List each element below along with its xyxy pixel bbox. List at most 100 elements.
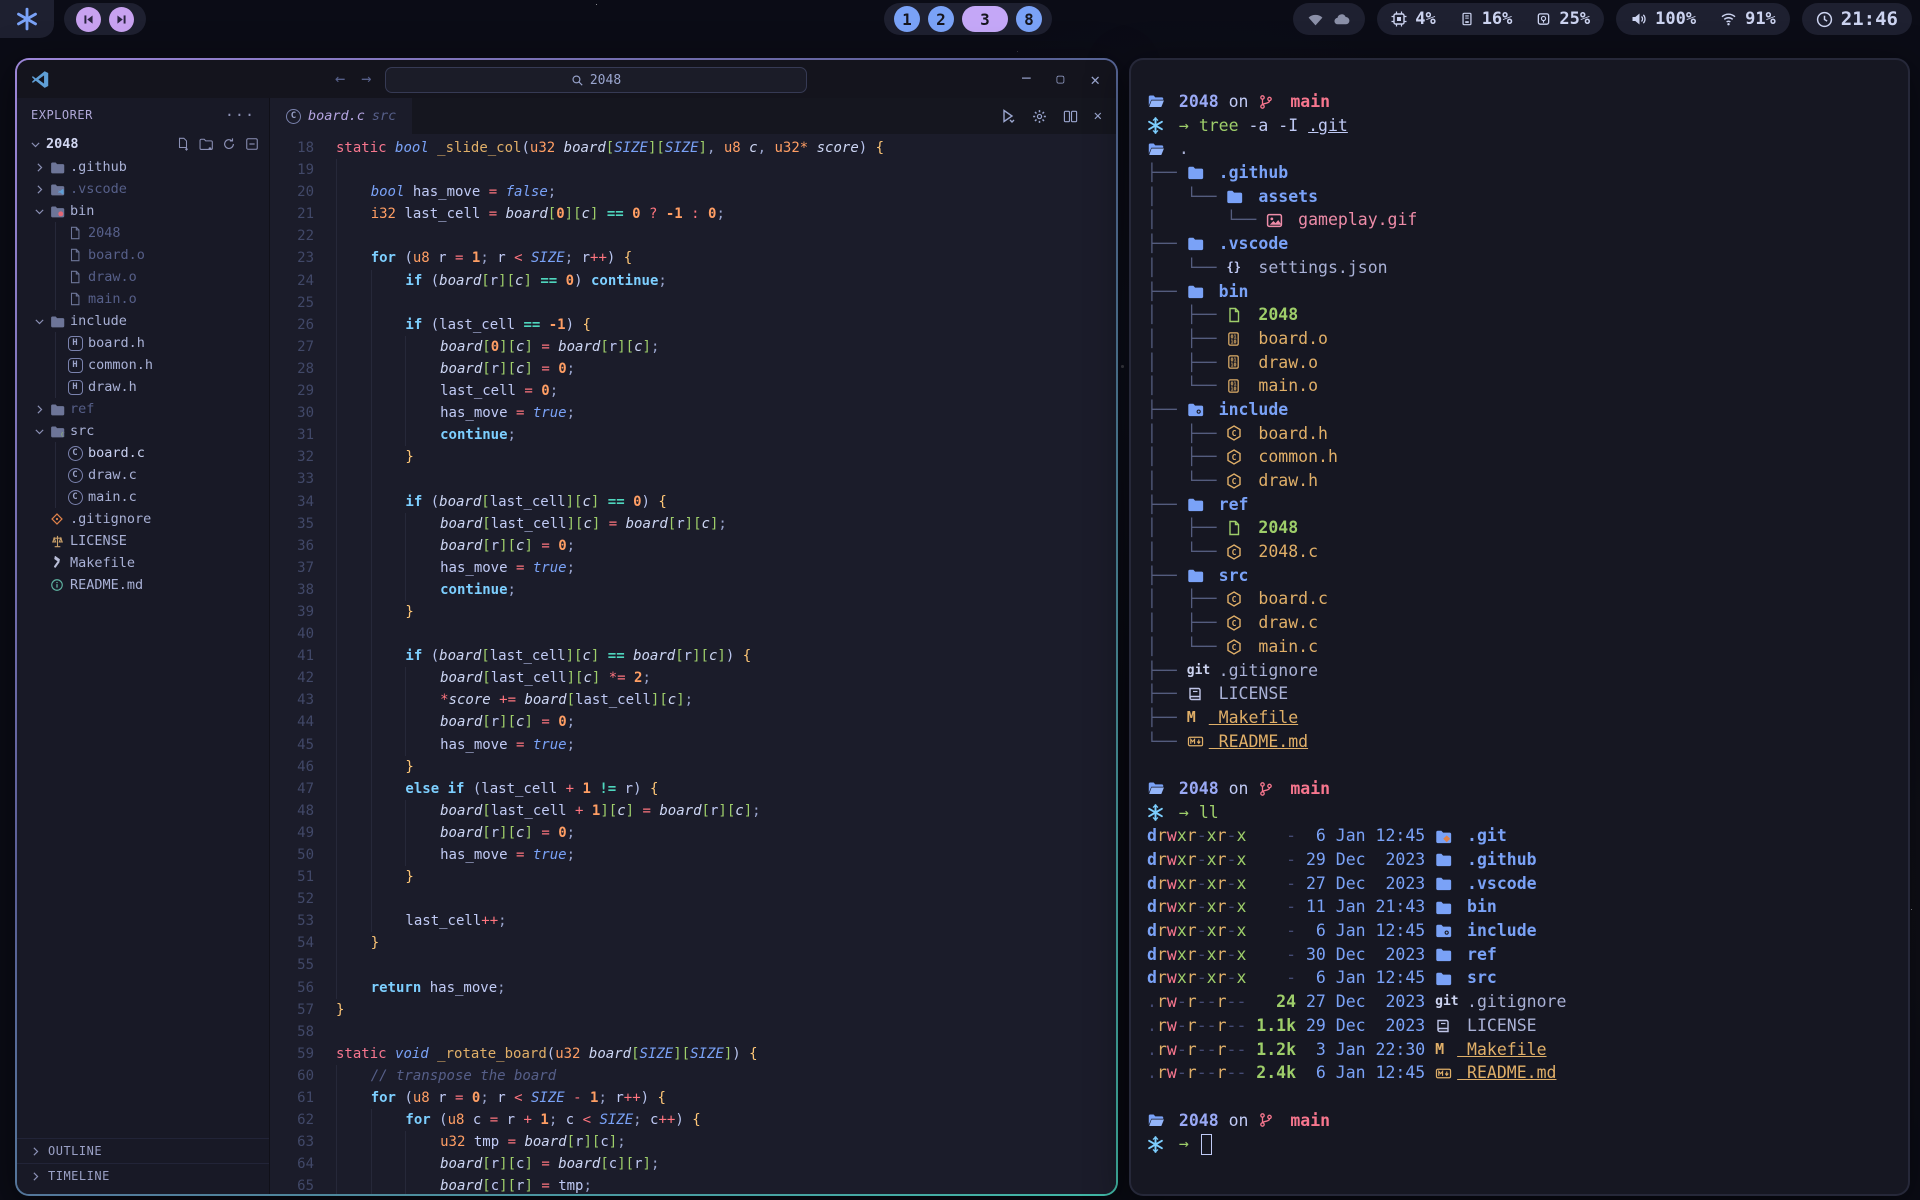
explorer-item-draw.h[interactable]: Hdraw.h xyxy=(17,376,269,398)
chex-icon: C xyxy=(1226,425,1248,441)
clock-pill[interactable]: 21:46 xyxy=(1802,3,1912,35)
line-number: 34 xyxy=(270,491,336,513)
new-folder-button[interactable] xyxy=(199,137,213,151)
tree-connector: │ └── xyxy=(1147,635,1226,659)
explorer-item-LICENSE[interactable]: LICENSE xyxy=(17,530,269,552)
explorer-item-.vscode[interactable]: .vscode xyxy=(17,178,269,200)
tab-folder-hint: src xyxy=(372,108,396,124)
terminal-cursor[interactable] xyxy=(1201,1134,1212,1155)
file-label: main.c xyxy=(88,489,137,505)
chex-icon: C xyxy=(1226,639,1248,655)
explorer-item-ref[interactable]: ref xyxy=(17,398,269,420)
file-size: 24 xyxy=(1246,990,1296,1014)
panel-timeline[interactable]: TIMELINE xyxy=(17,1163,269,1188)
file-label: .github xyxy=(70,159,127,175)
tree-row-main.c: │ └── C main.c xyxy=(1147,635,1908,659)
explorer-more-button[interactable]: ··· xyxy=(225,106,255,124)
explorer-root-folder[interactable]: 2048 xyxy=(17,132,269,156)
workspace-3-active[interactable]: 3 xyxy=(962,6,1008,32)
tree-row-Makefile: ├── M Makefile xyxy=(1147,706,1908,730)
nav-back-button[interactable]: ← xyxy=(335,69,345,89)
network-status-pill[interactable] xyxy=(1293,3,1365,35)
explorer-item-board.c[interactable]: Cboard.c xyxy=(17,442,269,464)
terminal-content[interactable]: 2048 on main → tree -a -I .git .├── .git… xyxy=(1131,60,1908,1194)
file-icon xyxy=(65,292,85,306)
new-file-button[interactable] xyxy=(176,137,190,151)
explorer-item-2048[interactable]: 2048 xyxy=(17,222,269,244)
file-size: - xyxy=(1246,919,1296,943)
tree-connector: │ └── xyxy=(1147,469,1226,493)
line-number: 29 xyxy=(270,380,336,402)
explorer-item-Makefile[interactable]: Makefile xyxy=(17,552,269,574)
close-editor-button[interactable]: ✕ xyxy=(1094,108,1102,124)
explorer-item-src[interactable]: ()src xyxy=(17,420,269,442)
explorer-item-common.h[interactable]: Hcommon.h xyxy=(17,354,269,376)
code-editor[interactable]: 18static bool _slide_col(u32 board[SIZE]… xyxy=(270,134,1116,1194)
code-line-55: 55 xyxy=(270,954,1116,976)
media-next-button[interactable] xyxy=(109,7,134,32)
explorer-item-.gitignore[interactable]: .gitignore xyxy=(17,508,269,530)
folder-icon xyxy=(47,402,67,417)
workspace-8[interactable]: 8 xyxy=(1016,6,1042,32)
folder-git-icon xyxy=(1435,828,1457,845)
close-button[interactable]: ✕ xyxy=(1090,70,1100,89)
tree-entry-name: settings.json xyxy=(1248,256,1387,280)
audio-network-pill[interactable]: 100% 91% xyxy=(1616,3,1790,35)
nix-shell-icon xyxy=(1147,804,1169,821)
nav-forward-button[interactable]: → xyxy=(361,69,371,89)
folder-icon xyxy=(47,160,67,175)
collapse-folders-button[interactable] xyxy=(245,137,259,151)
editor-window: ← → 2048 ─ ▢ ✕ EXPLORER ··· xyxy=(15,58,1118,1196)
git-branch-icon xyxy=(1258,781,1280,797)
tree-row-settings.json: │ └── {} settings.json xyxy=(1147,256,1908,280)
file-date: 6 Jan 12:45 xyxy=(1296,824,1435,848)
explorer-item-include[interactable]: include xyxy=(17,310,269,332)
code-line-49: 49 board[r][c] = 0; xyxy=(270,822,1116,844)
minimize-button[interactable]: ─ xyxy=(1022,71,1030,87)
ls-entry-name: README.md xyxy=(1457,1061,1556,1085)
explorer-item-.github[interactable]: .github xyxy=(17,156,269,178)
workspace-2[interactable]: 2 xyxy=(928,6,954,32)
code-line-59: 59static void _rotate_board(u32 board[SI… xyxy=(270,1043,1116,1065)
file-date: 29 Dec 2023 xyxy=(1296,1014,1435,1038)
explorer-item-bin[interactable]: bin xyxy=(17,200,269,222)
explorer-item-main.o[interactable]: main.o xyxy=(17,288,269,310)
line-number: 43 xyxy=(270,689,336,711)
system-stats-pill[interactable]: 4% 16% 25% xyxy=(1377,3,1604,35)
line-number: 45 xyxy=(270,734,336,756)
refresh-explorer-button[interactable] xyxy=(222,137,236,151)
folder-bin-icon xyxy=(47,204,67,219)
explorer-item-board.o[interactable]: board.o xyxy=(17,244,269,266)
terminal-command-tree: → tree -a -I .git xyxy=(1147,114,1908,138)
line-number: 55 xyxy=(270,954,336,976)
panel-outline[interactable]: OUTLINE xyxy=(17,1138,269,1163)
explorer-item-board.h[interactable]: Hboard.h xyxy=(17,332,269,354)
permissions: .rw-r--r-- xyxy=(1147,1038,1246,1062)
settings-gear-button[interactable] xyxy=(1032,109,1047,124)
run-file-button[interactable] xyxy=(1000,108,1016,124)
code-line-42: 42 board[last_cell][c] *= 2; xyxy=(270,667,1116,689)
file-label: src xyxy=(70,423,94,439)
code-line-61: 61 for (u8 r = 0; r < SIZE - 1; r++) { xyxy=(270,1087,1116,1109)
code-line-43: 43 *score += board[last_cell][c]; xyxy=(270,689,1116,711)
file-label: board.h xyxy=(88,335,145,351)
nixos-logo-button[interactable] xyxy=(0,0,54,38)
explorer-item-draw.o[interactable]: draw.o xyxy=(17,266,269,288)
line-number: 41 xyxy=(270,645,336,667)
workspace-1[interactable]: 1 xyxy=(894,6,920,32)
chex-icon: C xyxy=(1226,544,1248,560)
maximize-button[interactable]: ▢ xyxy=(1057,72,1065,87)
prompt-arrow: → xyxy=(1169,1132,1199,1156)
editor-titlebar[interactable]: ← → 2048 ─ ▢ ✕ xyxy=(17,60,1116,98)
hfile-icon: H xyxy=(65,358,85,373)
book-icon xyxy=(1435,1018,1457,1034)
binary-icon: 0110 xyxy=(1226,378,1248,394)
tab-board-c[interactable]: C board.c src xyxy=(270,98,412,134)
explorer-item-draw.c[interactable]: Cdraw.c xyxy=(17,464,269,486)
split-editor-button[interactable] xyxy=(1063,109,1078,124)
explorer-item-main.c[interactable]: Cmain.c xyxy=(17,486,269,508)
command-search-box[interactable]: 2048 xyxy=(385,67,807,93)
explorer-item-README.md[interactable]: README.md xyxy=(17,574,269,596)
ls-entry-name: LICENSE xyxy=(1457,1014,1536,1038)
media-previous-button[interactable] xyxy=(76,7,101,32)
